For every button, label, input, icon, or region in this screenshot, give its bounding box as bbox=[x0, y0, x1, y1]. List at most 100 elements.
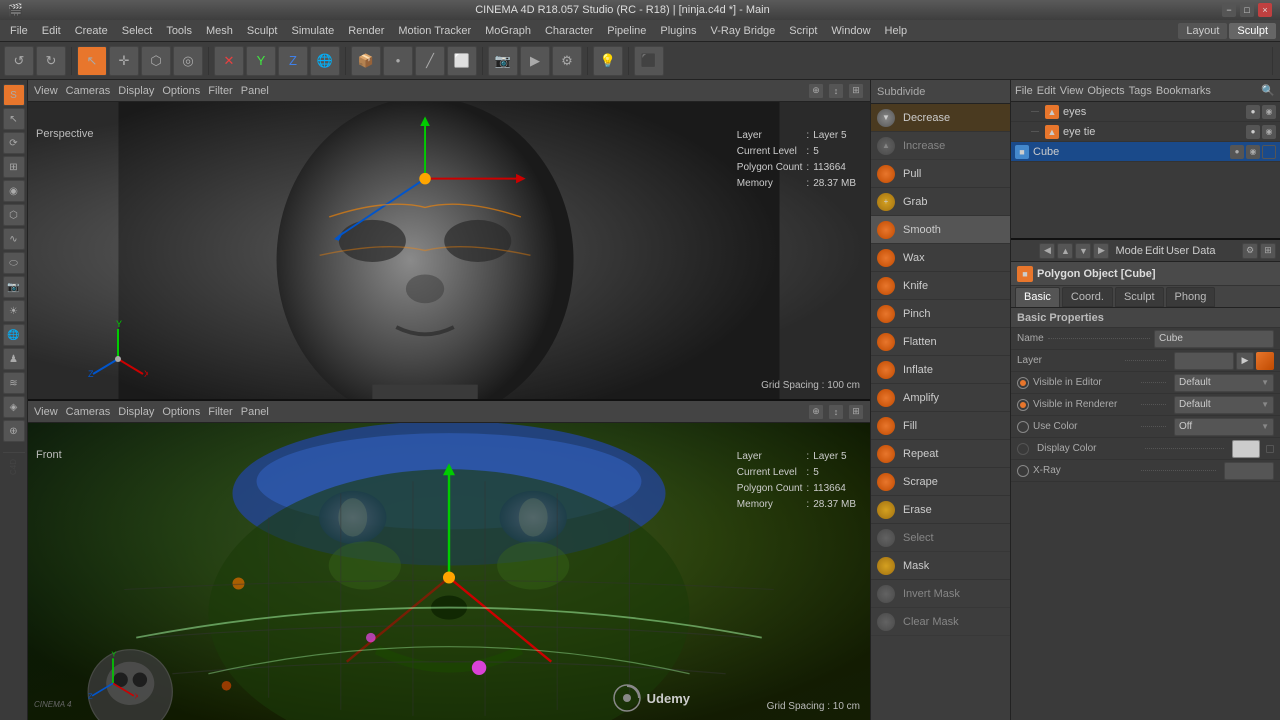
world-coord[interactable]: 🌐 bbox=[310, 46, 340, 76]
name-field[interactable]: Cube bbox=[1154, 330, 1274, 348]
omgr-tags[interactable]: Tags bbox=[1129, 85, 1152, 97]
light-sidebar[interactable]: ☀ bbox=[3, 300, 25, 322]
rotate-tool[interactable]: ◎ bbox=[173, 46, 203, 76]
lock-btn-b[interactable]: ⊕ bbox=[808, 404, 824, 420]
maximize-vp-btn[interactable]: ↕ bbox=[828, 83, 844, 99]
select-tool[interactable]: ↖ bbox=[77, 46, 107, 76]
point-mode[interactable]: • bbox=[383, 46, 413, 76]
pull-tool[interactable]: Pull bbox=[871, 160, 1010, 188]
menu-mesh[interactable]: Mesh bbox=[200, 23, 239, 39]
amplify-tool[interactable]: Amplify bbox=[871, 384, 1010, 412]
menu-motion-tracker[interactable]: Motion Tracker bbox=[392, 23, 477, 39]
omgr-objects[interactable]: Objects bbox=[1087, 85, 1124, 97]
wax-tool[interactable]: Wax bbox=[871, 244, 1010, 272]
fill-tool[interactable]: Fill bbox=[871, 412, 1010, 440]
camera-sidebar[interactable]: 📷 bbox=[3, 276, 25, 298]
render-btn[interactable]: ▶ bbox=[520, 46, 550, 76]
bottom-viewport[interactable]: View Cameras Display Options Filter Pane… bbox=[28, 401, 870, 720]
poly-sidebar[interactable]: ⬡ bbox=[3, 204, 25, 226]
layer-value[interactable] bbox=[1174, 352, 1234, 370]
menu-plugins[interactable]: Plugins bbox=[654, 23, 702, 39]
eyetie-vis-render[interactable]: ◉ bbox=[1262, 125, 1276, 139]
nav-down[interactable]: ▼ bbox=[1075, 243, 1091, 259]
fullscreen-btn[interactable]: ⊞ bbox=[848, 83, 864, 99]
redo-button[interactable]: ↻ bbox=[36, 46, 66, 76]
obj-row-cube[interactable]: ■ Cube ● ◉ bbox=[1011, 142, 1280, 162]
fullscreen-btn-b[interactable]: ⊞ bbox=[848, 404, 864, 420]
menu-edit[interactable]: Edit bbox=[36, 23, 67, 39]
vp-options[interactable]: Options bbox=[162, 85, 200, 97]
vis-renderer-radio[interactable] bbox=[1017, 399, 1029, 411]
layer-arrow[interactable]: ▶ bbox=[1236, 352, 1254, 370]
menu-create[interactable]: Create bbox=[69, 23, 114, 39]
minimize-button[interactable]: − bbox=[1222, 3, 1236, 17]
edge-mode[interactable]: ╱ bbox=[415, 46, 445, 76]
y-axis[interactable]: Y bbox=[246, 46, 276, 76]
viewport-bottom-canvas[interactable]: Front Layer:Layer 5 Current Level:5 Poly… bbox=[28, 423, 870, 720]
maximize-vp-btn-b[interactable]: ↕ bbox=[828, 404, 844, 420]
xray-radio[interactable] bbox=[1017, 465, 1029, 477]
omgr-edit[interactable]: Edit bbox=[1037, 85, 1056, 97]
object-mode[interactable]: 📦 bbox=[351, 46, 381, 76]
lock-btn[interactable]: ⊕ bbox=[808, 83, 824, 99]
nav-up[interactable]: ▲ bbox=[1057, 243, 1073, 259]
vp-b-view[interactable]: View bbox=[34, 406, 58, 418]
increase-tool[interactable]: ▲ Increase bbox=[871, 132, 1010, 160]
viewport-top-canvas[interactable]: Layer:Layer 5 Current Level:5 Polygon Co… bbox=[28, 102, 870, 399]
omgr-file[interactable]: File bbox=[1015, 85, 1033, 97]
vp-cameras[interactable]: Cameras bbox=[66, 85, 111, 97]
vp-b-options[interactable]: Options bbox=[162, 406, 200, 418]
move-tool[interactable]: ✛ bbox=[109, 46, 139, 76]
spline-sidebar[interactable]: ∿ bbox=[3, 228, 25, 250]
expand-btn[interactable]: ⊞ bbox=[1260, 243, 1276, 259]
tab-coord[interactable]: Coord. bbox=[1062, 287, 1113, 307]
tab-phong[interactable]: Phong bbox=[1166, 287, 1216, 307]
char-sidebar[interactable]: ♟ bbox=[3, 348, 25, 370]
select-tool-s[interactable]: Select bbox=[871, 524, 1010, 552]
eyes-vis-render[interactable]: ◉ bbox=[1262, 105, 1276, 119]
menu-tools[interactable]: Tools bbox=[160, 23, 198, 39]
close-button[interactable]: × bbox=[1258, 3, 1272, 17]
mode-tab-userdata[interactable]: User Data bbox=[1166, 245, 1216, 257]
dynamics-sidebar[interactable]: ⊕ bbox=[3, 420, 25, 442]
rotate-sidebar-tool[interactable]: ⟳ bbox=[3, 132, 25, 154]
light-btn[interactable]: 💡 bbox=[593, 46, 623, 76]
poly-mode[interactable]: ⬜ bbox=[447, 46, 477, 76]
omgr-bookmarks[interactable]: Bookmarks bbox=[1156, 85, 1211, 97]
vis-editor-dropdown[interactable]: Default ▼ bbox=[1174, 374, 1274, 392]
invert-mask-tool[interactable]: Invert Mask bbox=[871, 580, 1010, 608]
menu-script[interactable]: Script bbox=[783, 23, 823, 39]
menu-mograph[interactable]: MoGraph bbox=[479, 23, 537, 39]
render-settings[interactable]: ⚙ bbox=[552, 46, 582, 76]
inflate-tool[interactable]: Inflate bbox=[871, 356, 1010, 384]
scrape-tool[interactable]: Scrape bbox=[871, 468, 1010, 496]
render-view[interactable]: 📷 bbox=[488, 46, 518, 76]
obj-sidebar[interactable]: ◉ bbox=[3, 180, 25, 202]
scale-sidebar-tool[interactable]: ⊞ bbox=[3, 156, 25, 178]
menu-pipeline[interactable]: Pipeline bbox=[601, 23, 652, 39]
grab-tool[interactable]: + Grab bbox=[871, 188, 1010, 216]
nav-left[interactable]: ◀ bbox=[1039, 243, 1055, 259]
display-color-swatch[interactable] bbox=[1232, 440, 1260, 458]
erase-tool[interactable]: Erase bbox=[871, 496, 1010, 524]
z-axis[interactable]: Z bbox=[278, 46, 308, 76]
display-color-alpha[interactable] bbox=[1266, 445, 1274, 453]
obj-row-eyes[interactable]: ▲ eyes ● ◉ bbox=[1011, 102, 1280, 122]
clear-mask-tool[interactable]: Clear Mask bbox=[871, 608, 1010, 636]
use-color-radio[interactable] bbox=[1017, 421, 1029, 433]
deformer-sidebar[interactable]: ⬭ bbox=[3, 252, 25, 274]
xray-field[interactable] bbox=[1224, 462, 1274, 480]
mask-tool[interactable]: Mask bbox=[871, 552, 1010, 580]
menu-window[interactable]: Window bbox=[825, 23, 876, 39]
scale-tool[interactable]: ⬡ bbox=[141, 46, 171, 76]
obj-row-eyetie[interactable]: ▲ eye tie ● ◉ bbox=[1011, 122, 1280, 142]
maximize-button[interactable]: □ bbox=[1240, 3, 1254, 17]
mode-tab-mode[interactable]: Mode bbox=[1115, 245, 1143, 257]
vp-view[interactable]: View bbox=[34, 85, 58, 97]
menu-character[interactable]: Character bbox=[539, 23, 599, 39]
sculpt-sidebar-tool[interactable]: S bbox=[3, 84, 25, 106]
hair-sidebar[interactable]: ≋ bbox=[3, 372, 25, 394]
menu-vray[interactable]: V-Ray Bridge bbox=[704, 23, 781, 39]
scene-sidebar[interactable]: 🌐 bbox=[3, 324, 25, 346]
obj-search[interactable]: 🔍 bbox=[1260, 83, 1276, 99]
